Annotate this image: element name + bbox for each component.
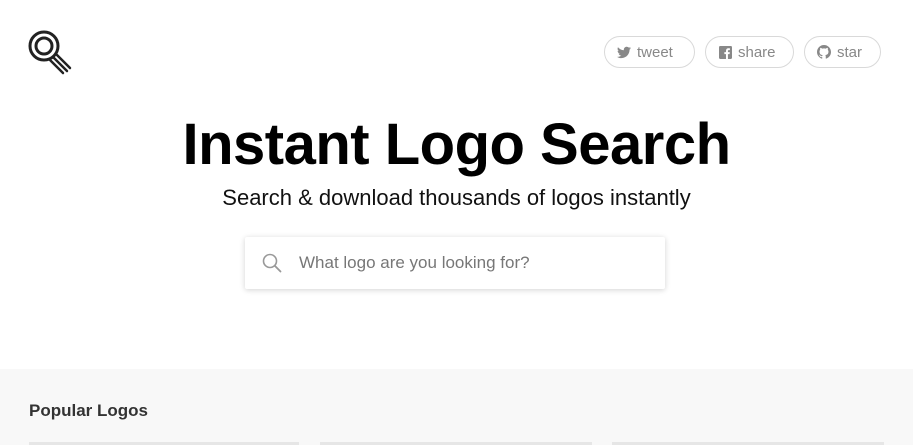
- magnifier-logo-icon: [28, 30, 72, 75]
- popular-logos-section: Popular Logos: [0, 369, 913, 445]
- page-title: Instant Logo Search: [182, 112, 731, 177]
- share-button[interactable]: share: [705, 36, 794, 68]
- facebook-icon: [718, 45, 732, 59]
- tweet-label: tweet: [637, 43, 673, 61]
- twitter-icon: [617, 45, 631, 59]
- search-box[interactable]: [245, 237, 665, 289]
- star-button[interactable]: star: [804, 36, 881, 68]
- search-icon: [261, 252, 283, 274]
- search-input[interactable]: [297, 252, 641, 274]
- github-icon: [817, 45, 831, 59]
- popular-logos-heading: Popular Logos: [29, 401, 148, 420]
- star-label: star: [837, 43, 863, 61]
- social-buttons: tweet share star: [604, 36, 881, 68]
- site-logo[interactable]: [27, 29, 73, 75]
- share-label: share: [738, 43, 776, 61]
- tweet-button[interactable]: tweet: [604, 36, 695, 68]
- page-subtitle: Search & download thousands of logos ins…: [222, 185, 691, 210]
